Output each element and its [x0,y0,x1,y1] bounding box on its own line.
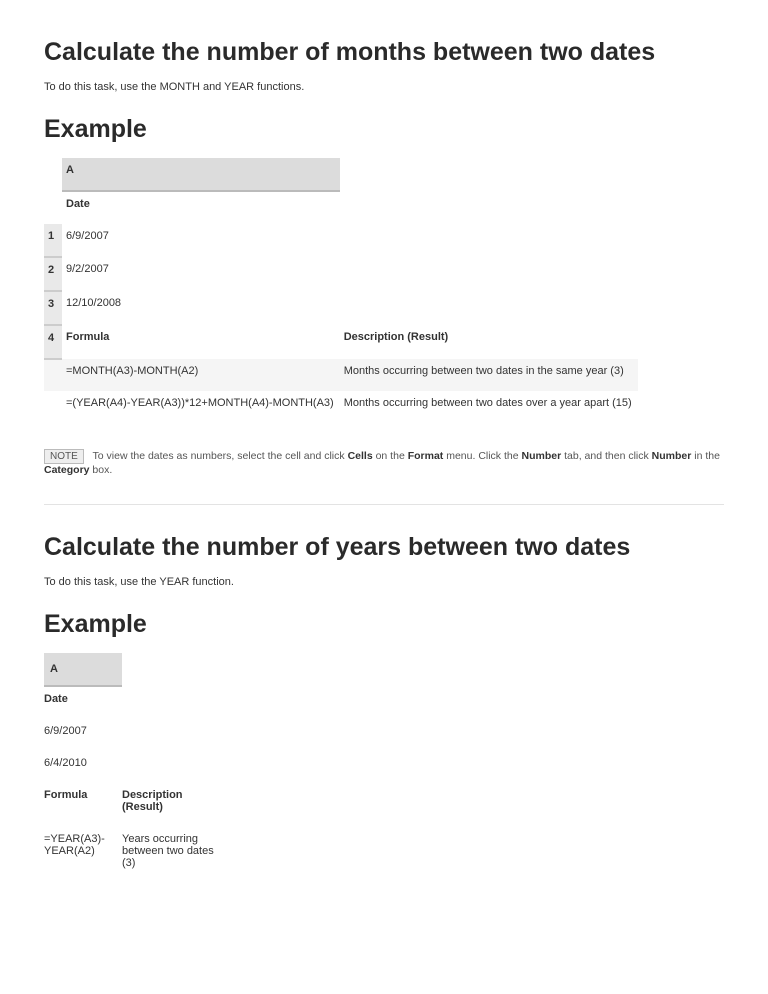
col-a-header-2: A [44,653,122,686]
section2-title: Calculate the number of years between tw… [44,533,724,562]
note-bold-cells: Cells [348,450,373,462]
note-bold-number1: Number [522,450,562,462]
note-text-4: tab, and then click [561,450,651,462]
note-bold-format: Format [408,450,444,462]
note-badge: NOTE [44,449,84,464]
section2-example-heading: Example [44,610,724,639]
row1-val: 6/9/2007 [62,224,340,257]
example2-table: A Date 6/9/2007 6/4/2010 Formula Descrip… [44,653,232,883]
row3-num: 3 [44,291,62,325]
row2-num: 2 [44,257,62,291]
description-header: Description (Result) [340,325,638,359]
row4-num: 4 [44,325,62,359]
note-text-2: on the [373,450,408,462]
s2-description-header: Description (Result) [122,783,232,827]
section1-title: Calculate the number of months between t… [44,38,724,67]
corner-cell [44,158,62,191]
section1-example-heading: Example [44,115,724,144]
date-label-2: Date [44,686,122,719]
note-text-6: box. [90,464,113,476]
note-text-5: in the [691,450,720,462]
note-text-1: To view the dates as numbers, select the… [93,450,348,462]
note-block: NOTE To view the dates as numbers, selec… [44,449,724,476]
s2-description1: Years occurring between two dates (3) [122,827,232,883]
description1: Months occurring between two dates in th… [340,359,638,391]
formula-header: Formula [62,325,340,359]
formula2: =(YEAR(A4)-YEAR(A3))*12+MONTH(A4)-MONTH(… [62,391,340,423]
section-divider [44,504,724,505]
row1-num: 1 [44,224,62,257]
example1-table: A Date 1 6/9/2007 2 9/2/2007 3 12/10/200… [44,158,638,423]
formula1: =MONTH(A3)-MONTH(A2) [62,359,340,391]
col-b-empty [340,158,638,191]
row3-val: 12/10/2008 [62,291,340,325]
note-text-3: menu. Click the [443,450,521,462]
s2-row1: 6/9/2007 [44,719,122,751]
row2-val: 9/2/2007 [62,257,340,291]
col-a-header: A [62,158,340,191]
s2-formula-header: Formula [44,783,122,827]
note-bold-number2: Number [652,450,692,462]
note-bold-category: Category [44,464,90,476]
section2-intro: To do this task, use the YEAR function. [44,576,724,588]
section1-intro: To do this task, use the MONTH and YEAR … [44,81,724,93]
description2: Months occurring between two dates over … [340,391,638,423]
s2-formula1: =YEAR(A3)-YEAR(A2) [44,827,122,883]
s2-row2: 6/4/2010 [44,751,122,783]
date-label: Date [62,191,340,224]
